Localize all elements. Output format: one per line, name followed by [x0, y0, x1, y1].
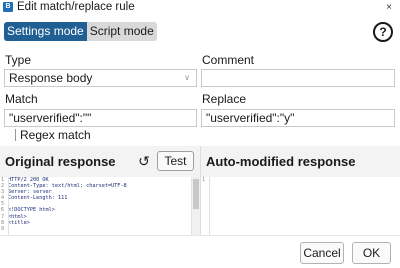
code-text: <title> — [8, 219, 30, 226]
modified-response-editor[interactable]: 1 — [201, 177, 400, 235]
settings-mode-button[interactable]: Settings mode — [4, 22, 87, 41]
comment-label: Comment — [202, 53, 255, 67]
gutter-divider — [209, 177, 210, 235]
code-line: 9 — [0, 226, 191, 232]
script-mode-button[interactable]: Script mode — [86, 22, 157, 41]
ok-button[interactable]: OK — [352, 242, 391, 264]
replace-label: Replace — [202, 92, 247, 106]
comment-field[interactable] — [201, 69, 395, 87]
type-label: Type — [5, 53, 32, 67]
code-text: Content-Length: 111 — [8, 195, 68, 202]
code-line: 1 — [201, 177, 400, 183]
reset-icon[interactable]: ↺ — [134, 151, 154, 171]
type-select-value: Response body — [9, 71, 93, 85]
line-number: 9 — [1, 225, 5, 232]
match-field[interactable]: "userverified":"" — [4, 109, 197, 127]
chevron-down-icon: ∨ — [184, 73, 190, 82]
original-response-editor[interactable]: 1 HTTP/2 200 OK 2 Content-Type: text/html;… — [0, 177, 191, 235]
mode-toggle: Settings mode Script mode — [4, 22, 157, 41]
test-button[interactable]: Test — [157, 151, 194, 171]
line-number: 1 — [202, 177, 206, 183]
title-bar: B Edit match/replace rule × — [0, 0, 400, 15]
match-label: Match — [5, 92, 38, 106]
original-scrollbar[interactable] — [191, 177, 200, 235]
cancel-button[interactable]: Cancel — [300, 242, 344, 264]
replace-field[interactable]: "userverified":"y" — [201, 109, 395, 127]
help-icon[interactable]: ? — [373, 22, 393, 42]
regex-checkbox[interactable] — [15, 129, 16, 141]
window-title: Edit match/replace rule — [17, 1, 135, 13]
footer-divider — [0, 235, 400, 236]
scroll-thumb[interactable] — [193, 179, 199, 209]
original-response-title: Original response — [5, 154, 116, 169]
gutter-divider — [8, 177, 9, 235]
modified-response-title: Auto-modified response — [206, 154, 356, 169]
app-icon: B — [3, 2, 13, 12]
type-select[interactable]: Response body ∨ — [4, 69, 197, 87]
regex-label: Regex match — [20, 128, 91, 142]
close-icon[interactable]: × — [386, 1, 392, 14]
